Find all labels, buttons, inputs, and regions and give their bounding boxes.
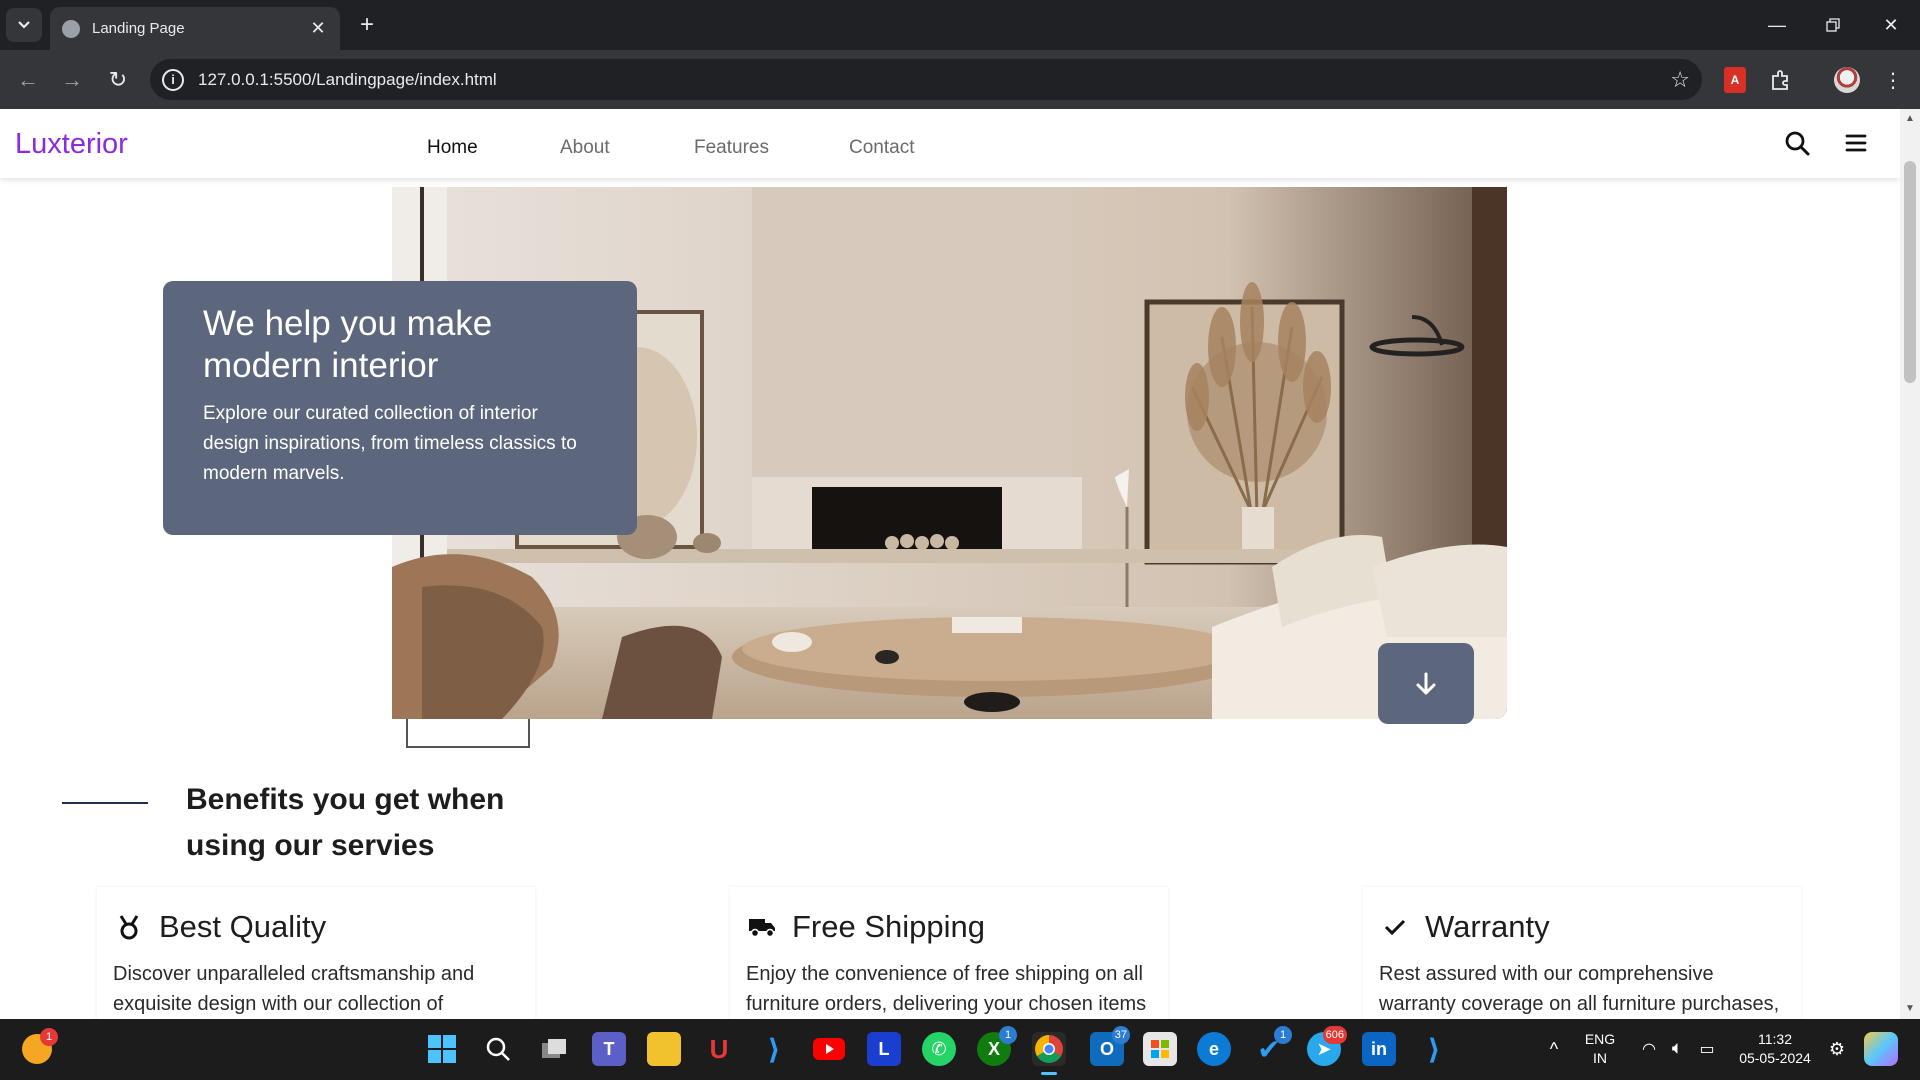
section-divider-line xyxy=(62,802,148,804)
tab-title: Landing Page xyxy=(92,20,185,37)
address-bar[interactable]: i 127.0.0.1:5500/Landingpage/index.html … xyxy=(150,59,1702,100)
search-icon[interactable] xyxy=(1782,128,1812,158)
back-icon[interactable]: ← xyxy=(12,64,44,96)
feature-text: Enjoy the convenience of free shipping o… xyxy=(746,963,1147,1015)
feature-title: Warranty xyxy=(1425,909,1550,944)
menu-kebab-icon[interactable]: ⋮ xyxy=(1878,65,1908,95)
language-indicator[interactable]: ENG IN xyxy=(1578,1030,1622,1068)
nav-home[interactable]: Home xyxy=(427,137,478,159)
taskbar-search-icon[interactable] xyxy=(481,1032,515,1066)
minimize-icon[interactable]: — xyxy=(1762,10,1792,40)
brave-icon[interactable]: 1 xyxy=(22,1028,58,1064)
truck-icon xyxy=(746,911,778,943)
copilot-icon[interactable] xyxy=(1864,1032,1898,1066)
profile-avatar[interactable] xyxy=(1832,65,1862,95)
pdf-extension-icon[interactable]: A xyxy=(1720,65,1750,95)
nav-features[interactable]: Features xyxy=(694,137,769,159)
nav-about[interactable]: About xyxy=(560,137,610,159)
feature-card-quality: Best Quality Discover unparalleled craft… xyxy=(97,887,535,1019)
edge-icon[interactable]: e xyxy=(1197,1032,1231,1066)
chevron-down-icon xyxy=(18,21,30,29)
new-tab-button[interactable]: + xyxy=(352,10,382,40)
vscode-icon[interactable]: ⟩ xyxy=(757,1032,791,1066)
telegram-icon[interactable]: ➤ 606 xyxy=(1307,1026,1347,1066)
url-text[interactable]: 127.0.0.1:5500/Landingpage/index.html xyxy=(198,70,1670,90)
feature-title: Free Shipping xyxy=(792,909,986,944)
restore-icon[interactable] xyxy=(1818,10,1848,40)
tab-search-button[interactable] xyxy=(6,8,42,42)
brand-logo[interactable]: Luxterior xyxy=(15,128,128,161)
decorative-outline-box xyxy=(406,719,530,748)
hero-heading: We help you make modern interior xyxy=(203,304,493,385)
scrollbar-thumb[interactable] xyxy=(1904,161,1916,383)
whatsapp-icon[interactable]: ✆ xyxy=(922,1032,956,1066)
scroll-up-arrow-icon[interactable]: ▲ xyxy=(1900,113,1920,124)
vscode-ext-icon[interactable]: ✔ 1 xyxy=(1252,1026,1292,1066)
scroll-down-button[interactable] xyxy=(1378,643,1474,724)
nav-contact[interactable]: Contact xyxy=(849,137,914,159)
browser-toolbar: ← → ↻ i 127.0.0.1:5500/Landingpage/index… xyxy=(0,50,1920,109)
chrome-icon[interactable] xyxy=(1032,1032,1066,1075)
settings-gear-icon[interactable]: ⚙ xyxy=(1820,1032,1854,1066)
page-scrollbar[interactable]: ▲ ▼ xyxy=(1900,109,1920,1019)
window-close-icon[interactable]: ✕ xyxy=(1876,10,1906,40)
hamburger-menu-icon[interactable] xyxy=(1841,128,1871,158)
task-view-icon[interactable] xyxy=(537,1032,571,1066)
outlook-icon[interactable]: O 37 xyxy=(1090,1026,1130,1066)
windows-start-icon[interactable] xyxy=(425,1032,459,1066)
arrow-down-icon xyxy=(1416,672,1436,694)
hero-description: Explore our curated collection of interi… xyxy=(203,403,577,484)
site-navbar: Luxterior Home About Features Contact xyxy=(0,109,1900,178)
browser-titlebar: Landing Page ✕ + — ✕ xyxy=(0,0,1920,50)
clock[interactable]: 11:32 05-05-2024 xyxy=(1730,1030,1820,1068)
medal-icon xyxy=(113,911,145,943)
scroll-down-arrow-icon[interactable]: ▼ xyxy=(1900,1003,1920,1014)
reload-icon[interactable]: ↻ xyxy=(102,64,134,96)
feature-card-warranty: Warranty Rest assured with our comprehen… xyxy=(1363,887,1801,1019)
check-icon xyxy=(1379,911,1411,943)
site-info-icon[interactable]: i xyxy=(162,68,184,91)
microsoft-store-icon[interactable] xyxy=(1143,1032,1177,1066)
tab-close-icon[interactable]: ✕ xyxy=(308,18,328,39)
feature-text: Discover unparalleled craftsmanship and … xyxy=(113,963,475,1015)
page-viewport: Luxterior Home About Features Contact We… xyxy=(0,109,1900,1019)
benefits-title: Benefits you get when using our servies xyxy=(186,783,505,862)
hero-text-card: We help you make modern interior Explore… xyxy=(163,281,637,535)
browser-tab[interactable]: Landing Page ✕ xyxy=(50,7,340,50)
battery-icon[interactable]: ▭ xyxy=(1690,1032,1724,1066)
volume-icon[interactable]: 🔈︎ xyxy=(1660,1032,1694,1066)
file-explorer-icon[interactable] xyxy=(647,1032,681,1066)
teams-icon[interactable]: T xyxy=(592,1032,626,1066)
vscode-icon-2[interactable]: ⟩ xyxy=(1417,1032,1451,1066)
globe-icon xyxy=(62,19,80,38)
l-app-icon[interactable]: L xyxy=(867,1032,901,1066)
extensions-puzzle-icon[interactable] xyxy=(1766,65,1796,95)
linkedin-icon[interactable]: in xyxy=(1362,1032,1396,1066)
forward-icon[interactable]: → xyxy=(56,64,88,96)
feature-card-shipping: Free Shipping Enjoy the convenience of f… xyxy=(730,887,1168,1019)
youtube-icon[interactable] xyxy=(812,1032,846,1066)
feature-title: Best Quality xyxy=(159,909,327,944)
xbox-icon[interactable]: X 1 xyxy=(977,1026,1017,1066)
tray-chevron-up-icon[interactable]: ^ xyxy=(1537,1032,1571,1066)
feature-text: Rest assured with our comprehensive warr… xyxy=(1379,963,1780,1015)
bookmark-star-icon[interactable]: ☆ xyxy=(1670,67,1690,93)
windows-taskbar: 1 T U ⟩ L ✆ X 1 O 37 e ✔ 1 ➤ 606 in ⟩ ^ … xyxy=(0,1019,1920,1080)
mcafee-icon[interactable]: U xyxy=(702,1032,736,1066)
